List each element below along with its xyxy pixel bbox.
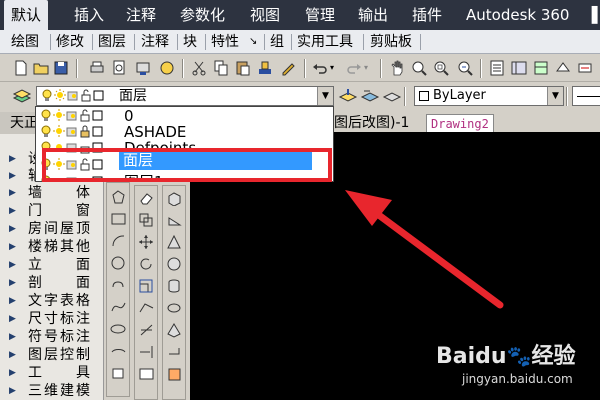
watermark-url: jingyan.baidu.com xyxy=(462,372,573,386)
paw-icon: 🐾 xyxy=(506,344,532,368)
watermark-logo: Baidu🐾经验 xyxy=(436,344,576,369)
